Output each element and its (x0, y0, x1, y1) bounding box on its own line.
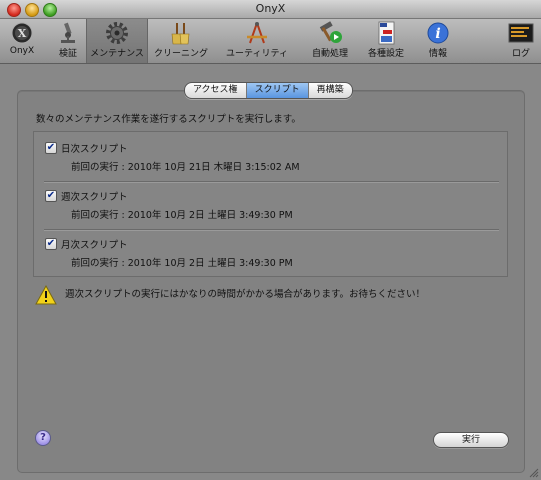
weekly-script-last-run: 前回の実行 : 2010年 10月 2日 土曜日 3:49:30 PM (71, 210, 293, 221)
resize-grip-icon[interactable] (529, 468, 539, 478)
toolbar-item-label: クリーニング (153, 49, 208, 59)
script-row-daily: ✔ 日次スクリプト 前回の実行 : 2010年 10月 21日 木曜日 3:15… (34, 132, 507, 178)
microscope-icon (61, 22, 75, 43)
window-title: OnyX (255, 2, 286, 15)
title-bar[interactable]: OnyX (0, 0, 541, 19)
weekly-script-label[interactable]: 週次スクリプト (61, 189, 128, 203)
toolbar-item-cleaning[interactable]: クリーニング (150, 19, 212, 63)
onyx-window: OnyX X OnyX 検証 メンテナンス クリーニング ユーティリティ 自動処… (0, 0, 541, 480)
svg-text:X: X (18, 27, 27, 40)
log-console-icon (508, 23, 534, 43)
script-row-weekly: ✔ 週次スクリプト 前回の実行 : 2010年 10月 2日 土曜日 3:49:… (34, 180, 507, 226)
toolbar-item-label: メンテナンス (90, 49, 144, 59)
scripts-list: ✔ 日次スクリプト 前回の実行 : 2010年 10月 21日 木曜日 3:15… (33, 131, 508, 277)
svg-text:i: i (435, 26, 440, 42)
tab-permissions[interactable]: アクセス権 (185, 83, 246, 98)
daily-script-label[interactable]: 日次スクリプト (61, 141, 128, 155)
toolbar-item-verify[interactable]: 検証 (50, 19, 86, 63)
toolbar: X OnyX 検証 メンテナンス クリーニング ユーティリティ 自動処理 各種設… (0, 19, 541, 64)
daily-script-checkbox[interactable]: ✔ (45, 142, 57, 154)
scripts-description: 数々のメンテナンス作業を遂行するスクリプトを実行します。 (36, 114, 301, 125)
warning-icon (35, 285, 57, 305)
warning-message: 週次スクリプトの実行にはかなりの時間がかかる場合があります。お待ちください！ (65, 289, 426, 300)
compass-ruler-icon (247, 22, 267, 44)
toolbar-item-info[interactable]: i 情報 (422, 19, 454, 63)
monthly-script-last-run: 前回の実行 : 2010年 10月 2日 土曜日 3:49:30 PM (71, 258, 293, 269)
toolbar-item-log[interactable]: ログ (504, 19, 538, 63)
toolbar-item-label: 情報 (428, 49, 447, 59)
toolbar-item-maintenance[interactable]: メンテナンス (86, 19, 148, 63)
toolbar-item-utilities[interactable]: ユーティリティ (222, 19, 292, 63)
monthly-script-checkbox[interactable]: ✔ (45, 238, 57, 250)
brooms-icon (171, 23, 190, 45)
onyx-logo-icon: X (11, 22, 33, 44)
toolbar-item-automation[interactable]: 自動処理 (308, 19, 352, 63)
gear-icon (106, 22, 128, 44)
toolbar-item-label: OnyX (9, 46, 35, 56)
toolbar-item-label: 検証 (58, 49, 77, 59)
toolbar-item-label: ログ (511, 49, 530, 59)
toolbar-item-label: ユーティリティ (226, 49, 288, 59)
info-icon: i (427, 22, 449, 44)
weekly-script-checkbox[interactable]: ✔ (45, 190, 57, 202)
toolbar-item-settings[interactable]: 各種設定 (364, 19, 408, 63)
hammer-play-icon (319, 21, 342, 43)
tab-rebuild[interactable]: 再構築 (307, 83, 352, 98)
toolbar-item-onyx[interactable]: X OnyX (2, 19, 42, 63)
daily-script-last-run: 前回の実行 : 2010年 10月 21日 木曜日 3:15:02 AM (71, 162, 300, 173)
tab-segmented-control: アクセス権 スクリプト 再構築 (184, 82, 353, 99)
settings-file-icon (378, 21, 395, 45)
run-button[interactable]: 実行 (433, 432, 509, 448)
help-button[interactable]: ? (35, 430, 51, 446)
toolbar-item-label: 各種設定 (367, 49, 404, 59)
monthly-script-label[interactable]: 月次スクリプト (61, 237, 128, 251)
tab-scripts[interactable]: スクリプト (245, 83, 308, 98)
toolbar-item-label: 自動処理 (311, 49, 348, 59)
script-row-monthly: ✔ 月次スクリプト 前回の実行 : 2010年 10月 2日 土曜日 3:49:… (34, 228, 507, 274)
